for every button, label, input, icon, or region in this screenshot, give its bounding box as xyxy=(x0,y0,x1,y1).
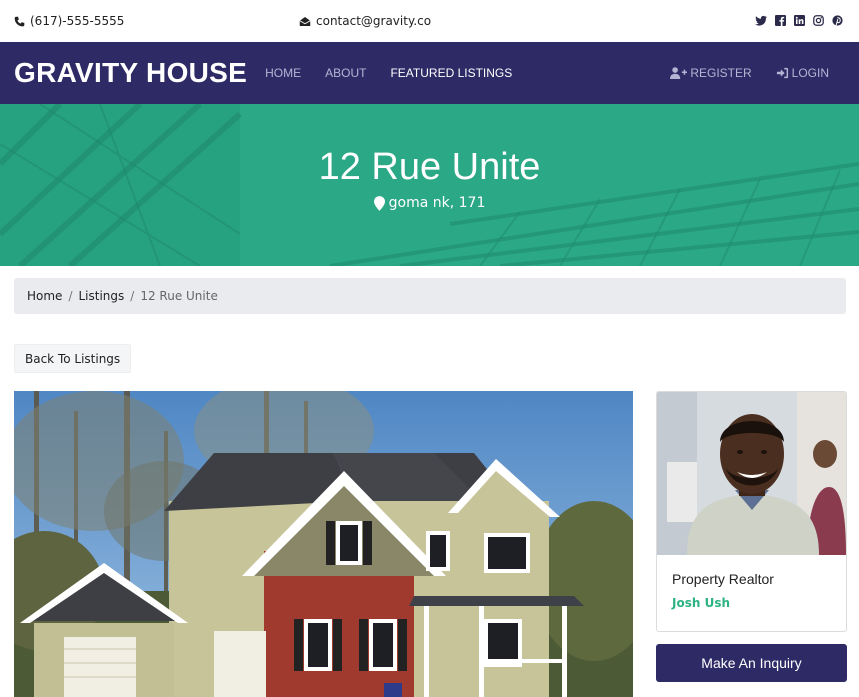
register-label: REGISTER xyxy=(690,66,752,80)
twitter-icon[interactable] xyxy=(755,15,767,27)
breadcrumb-separator: / xyxy=(130,289,135,303)
brand-logo[interactable]: GRAVITY HOUSE xyxy=(14,57,247,89)
breadcrumb-separator: / xyxy=(68,289,73,303)
map-marker-icon xyxy=(373,195,385,211)
breadcrumb: Home / Listings / 12 Rue Unite xyxy=(14,278,846,314)
realtor-photo xyxy=(657,392,846,555)
realtor-role: Property Realtor xyxy=(672,571,774,587)
auth-links: REGISTER LOGIN xyxy=(670,66,829,80)
envelope-open-icon xyxy=(299,16,311,26)
login-link[interactable]: LOGIN xyxy=(776,66,829,80)
phone-icon xyxy=(14,16,25,26)
sign-in-icon xyxy=(776,67,788,79)
top-bar: (617)-555-5555 contact@gravity.co xyxy=(0,0,859,42)
phone-number: (617)-555-5555 xyxy=(30,14,125,28)
listing-main-photo[interactable] xyxy=(14,391,633,697)
facebook-icon[interactable] xyxy=(774,15,786,27)
social-links xyxy=(755,15,843,27)
linkedin-icon[interactable] xyxy=(793,15,805,27)
pinterest-icon[interactable] xyxy=(831,15,843,27)
breadcrumb-home[interactable]: Home xyxy=(27,289,62,303)
phone-contact: (617)-555-5555 xyxy=(14,14,124,28)
realtor-card: Property Realtor Josh Ush xyxy=(656,391,847,632)
email-address[interactable]: contact@gravity.co xyxy=(316,14,431,28)
listing-title: 12 Rue Unite xyxy=(318,146,541,188)
make-inquiry-button[interactable]: Make An Inquiry xyxy=(656,644,847,682)
back-to-listings-button[interactable]: Back To Listings xyxy=(14,344,132,373)
breadcrumb-listings[interactable]: Listings xyxy=(78,289,124,303)
nav-about[interactable]: ABOUT xyxy=(325,66,366,80)
email-contact: contact@gravity.co xyxy=(299,14,431,28)
main-navbar: GRAVITY HOUSE HOME ABOUT FEATURED LISTIN… xyxy=(0,42,859,104)
listing-address: goma nk, 171 xyxy=(0,195,859,211)
user-plus-icon xyxy=(670,67,688,79)
register-link[interactable]: REGISTER xyxy=(670,66,752,80)
login-label: LOGIN xyxy=(791,66,829,80)
breadcrumb-current: 12 Rue Unite xyxy=(140,289,218,303)
listing-hero: 12 Rue Unite goma nk, 171 xyxy=(0,104,859,266)
nav-featured-listings[interactable]: FEATURED LISTINGS xyxy=(390,66,512,80)
nav-home[interactable]: HOME xyxy=(265,66,301,80)
instagram-icon[interactable] xyxy=(812,15,824,27)
address-text: goma nk, 171 xyxy=(388,195,486,211)
realtor-name: Josh Ush xyxy=(672,596,731,610)
